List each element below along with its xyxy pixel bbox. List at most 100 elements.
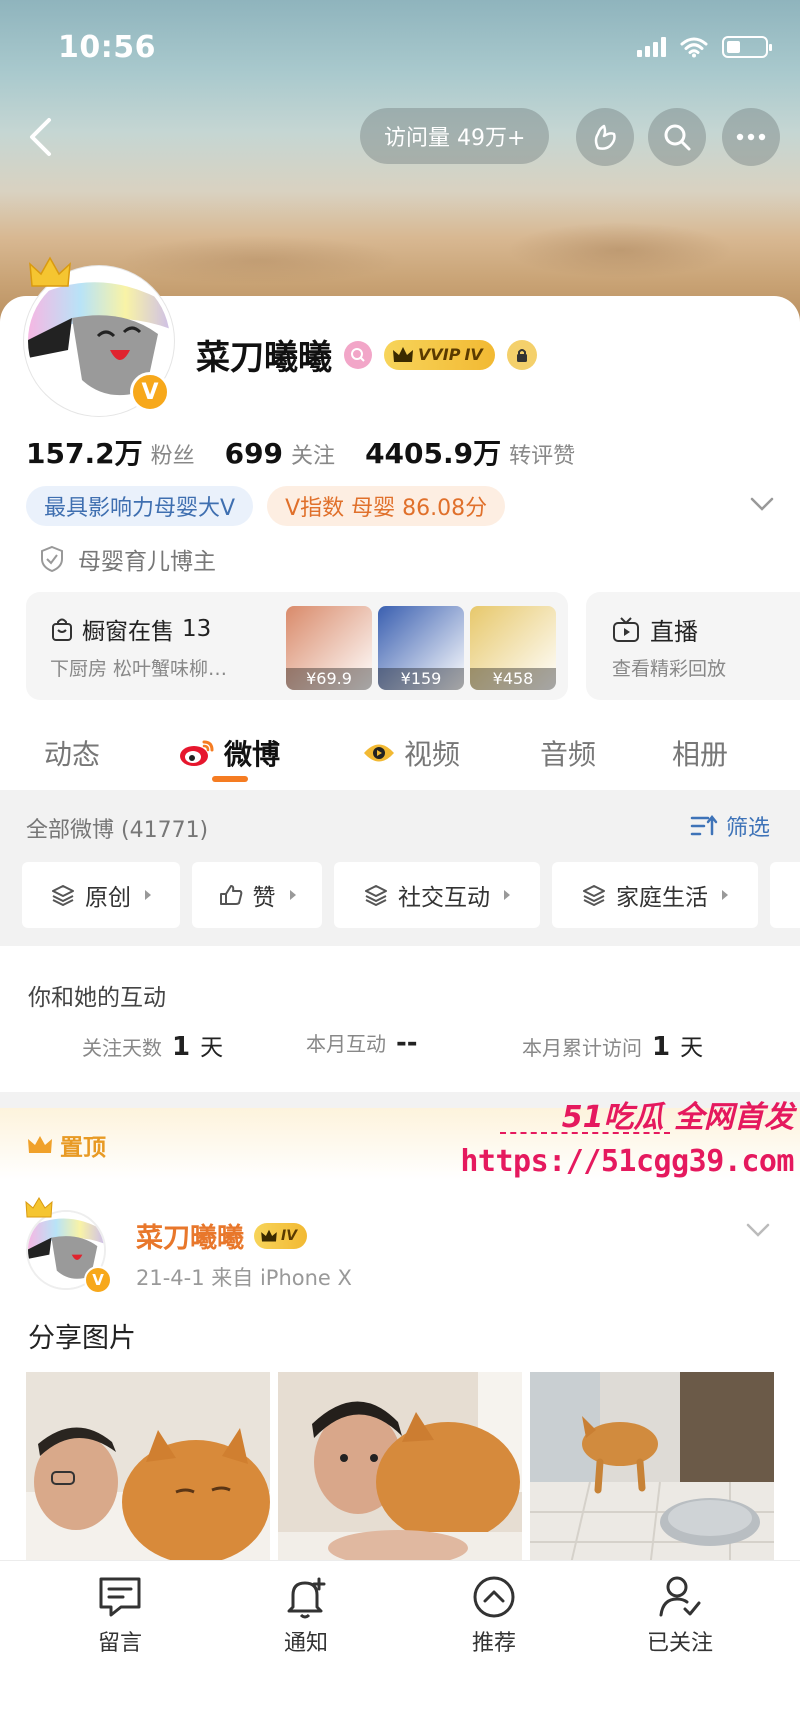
- post-image[interactable]: [278, 1372, 522, 1568]
- stat-followers[interactable]: 157.2万 粉丝: [26, 432, 195, 472]
- gift-button[interactable]: [576, 108, 634, 166]
- tab-label: 动态: [44, 738, 101, 771]
- int-value: 1: [172, 1032, 191, 1062]
- visits-count-button[interactable]: 访问量 49万+: [360, 108, 550, 164]
- hand-heart-icon: [594, 124, 616, 150]
- tab-video[interactable]: 视频: [362, 716, 460, 790]
- product-price: ¥69.9: [286, 668, 372, 690]
- status-icons: [637, 36, 772, 58]
- vvip-level: IV: [464, 345, 483, 364]
- tab-label: 微博: [224, 738, 281, 771]
- layers-icon: [365, 885, 387, 906]
- filter-sort-icon: [690, 814, 718, 836]
- v-index-tag[interactable]: V指数 母婴 86.08分: [267, 486, 506, 526]
- nav-recommend[interactable]: 推荐: [434, 1575, 554, 1657]
- int-label: 关注天数: [82, 1036, 162, 1060]
- chip-family-life[interactable]: 家庭生活: [552, 862, 758, 928]
- chip-label: 家庭生活: [616, 885, 708, 911]
- search-icon: [664, 124, 691, 151]
- chevron-up-circle-icon: [473, 1576, 515, 1618]
- chip-social-interaction[interactable]: 社交互动: [334, 862, 540, 928]
- stat-value: 157.2万: [26, 437, 143, 470]
- chip-more[interactable]: [770, 862, 800, 928]
- profile-card: V 菜刀曦曦 VVIP IV 157.2万 粉丝 699 关注 4405.9万 …: [0, 256, 800, 790]
- stat-label: 粉丝: [150, 444, 195, 469]
- post-meta: 21-4-1 来自 iPhone X: [136, 1266, 352, 1290]
- vvip-badge[interactable]: VVIP IV: [384, 339, 495, 370]
- live-card[interactable]: 直播 查看精彩回放: [586, 592, 800, 700]
- tab-audio[interactable]: 音频: [540, 716, 596, 790]
- layers-icon: [583, 885, 605, 906]
- stat-value: 699: [224, 437, 284, 470]
- nav-label: 已关注: [646, 1631, 713, 1656]
- pinned-text: 置顶: [60, 1135, 106, 1161]
- back-button[interactable]: [18, 112, 62, 162]
- layers-icon: [52, 885, 74, 906]
- tv-play-icon: [613, 616, 639, 642]
- filter-button[interactable]: 筛选: [690, 810, 770, 842]
- post-menu-button[interactable]: [746, 1222, 770, 1241]
- shop-window-card[interactable]: 橱窗在售 13 下厨房 松叶蟹味柳… ¥69.9 ¥159 ¥458: [26, 592, 568, 700]
- filter-label: 筛选: [725, 816, 770, 841]
- chip-label: 赞: [252, 885, 276, 911]
- tab-activity[interactable]: 动态: [44, 716, 100, 790]
- bottom-nav: 留言 通知 推荐 已关注: [0, 1560, 800, 1732]
- battery-icon: [722, 36, 772, 58]
- post-image[interactable]: [530, 1372, 774, 1568]
- stat-label: 转评赞: [509, 444, 576, 469]
- vip-level-badge[interactable]: IV: [254, 1222, 308, 1249]
- chip-original[interactable]: 原创: [22, 862, 180, 928]
- int-value: --: [396, 1028, 418, 1058]
- nav-notify[interactable]: 通知: [246, 1575, 366, 1657]
- stat-label: 关注: [291, 444, 336, 469]
- bell-plus-icon: [287, 1577, 326, 1619]
- profile-tags: 最具影响力母婴大V V指数 母婴 86.08分: [26, 486, 506, 526]
- stats-row: 157.2万 粉丝 699 关注 4405.9万 转评赞: [26, 432, 575, 472]
- stat-following[interactable]: 699 关注: [225, 437, 335, 470]
- post-image[interactable]: [26, 1372, 270, 1568]
- verified-v-badge: V: [130, 372, 170, 412]
- video-eye-icon: [364, 744, 394, 762]
- more-button[interactable]: [722, 108, 780, 166]
- expand-profile-button[interactable]: [750, 496, 774, 515]
- status-bar: 10:56: [0, 0, 800, 100]
- influence-tag[interactable]: 最具影响力母婴大V: [26, 486, 254, 526]
- stat-engagement[interactable]: 4405.9万 转评赞: [365, 432, 575, 472]
- tab-album[interactable]: 相册: [672, 716, 728, 790]
- int-value: 1: [652, 1032, 671, 1062]
- chip-likes[interactable]: 赞: [192, 862, 322, 928]
- watermark-url: https://51cgg39.com: [460, 1144, 794, 1179]
- chevron-down-icon: [746, 1223, 770, 1237]
- profile-avatar[interactable]: V: [24, 256, 174, 416]
- certification-text: 母婴育儿博主: [78, 549, 216, 575]
- lock-badge-icon[interactable]: [506, 339, 537, 370]
- search-badge-icon[interactable]: [344, 340, 372, 369]
- tab-label: 相册: [672, 738, 729, 771]
- int-unit: 天: [680, 1035, 704, 1061]
- shield-check-icon: [41, 545, 63, 573]
- interaction-panel: 你和她的互动 关注天数 1 天 本月互动 -- 本月累计访问 1 天: [0, 946, 800, 1092]
- chip-label: 原创: [85, 885, 131, 911]
- chip-label: 社交互动: [398, 885, 490, 911]
- status-time: 10:56: [58, 30, 156, 65]
- int-label: 本月累计访问: [522, 1036, 642, 1060]
- all-weibo-count: 全部微博 (41771): [26, 818, 209, 843]
- tab-label: 视频: [404, 738, 461, 771]
- product-price: ¥159: [378, 668, 464, 690]
- shop-subtitle: 下厨房 松叶蟹味柳…: [50, 658, 228, 680]
- search-button[interactable]: [648, 108, 706, 166]
- more-dots-icon: [736, 133, 766, 141]
- nav-comment[interactable]: 留言: [60, 1575, 180, 1657]
- product-thumbnail[interactable]: ¥159: [378, 606, 464, 690]
- int-label: 本月互动: [306, 1032, 386, 1056]
- product-thumbnail[interactable]: ¥69.9: [286, 606, 372, 690]
- post-author-name[interactable]: 菜刀曦曦: [136, 1216, 244, 1255]
- nav-following[interactable]: 已关注: [620, 1575, 740, 1657]
- monthly-visits: 本月累计访问 1 天: [522, 1028, 703, 1062]
- cellular-signal-icon: [637, 37, 666, 57]
- thumbs-up-icon: [219, 885, 242, 905]
- profile-name: 菜刀曦曦: [196, 338, 332, 378]
- tab-label: 音频: [540, 738, 597, 771]
- user-check-icon: [659, 1576, 701, 1617]
- product-thumbnail[interactable]: ¥458: [470, 606, 556, 690]
